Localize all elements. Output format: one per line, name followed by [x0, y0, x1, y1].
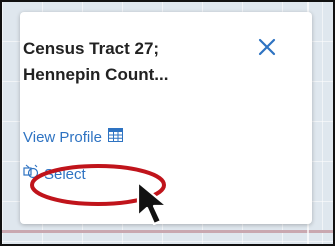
- table-icon: [107, 128, 123, 146]
- select-link[interactable]: Select: [23, 164, 86, 185]
- screenshot-frame: Census Tract 27; Hennepin Count... View …: [0, 0, 335, 246]
- view-profile-label: View Profile: [23, 128, 102, 146]
- select-label: Select: [44, 166, 86, 183]
- popup-title: Census Tract 27; Hennepin Count...: [23, 36, 243, 88]
- select-features-icon: [23, 164, 40, 185]
- view-profile-link[interactable]: View Profile: [23, 128, 123, 146]
- close-button[interactable]: [256, 36, 278, 58]
- pointer-cursor-icon: [136, 180, 169, 226]
- map-road: [2, 230, 333, 233]
- popup-title-line1: Census Tract 27;: [23, 39, 160, 58]
- popup-title-line2: Hennepin Count...: [23, 65, 169, 84]
- close-icon: [258, 38, 276, 56]
